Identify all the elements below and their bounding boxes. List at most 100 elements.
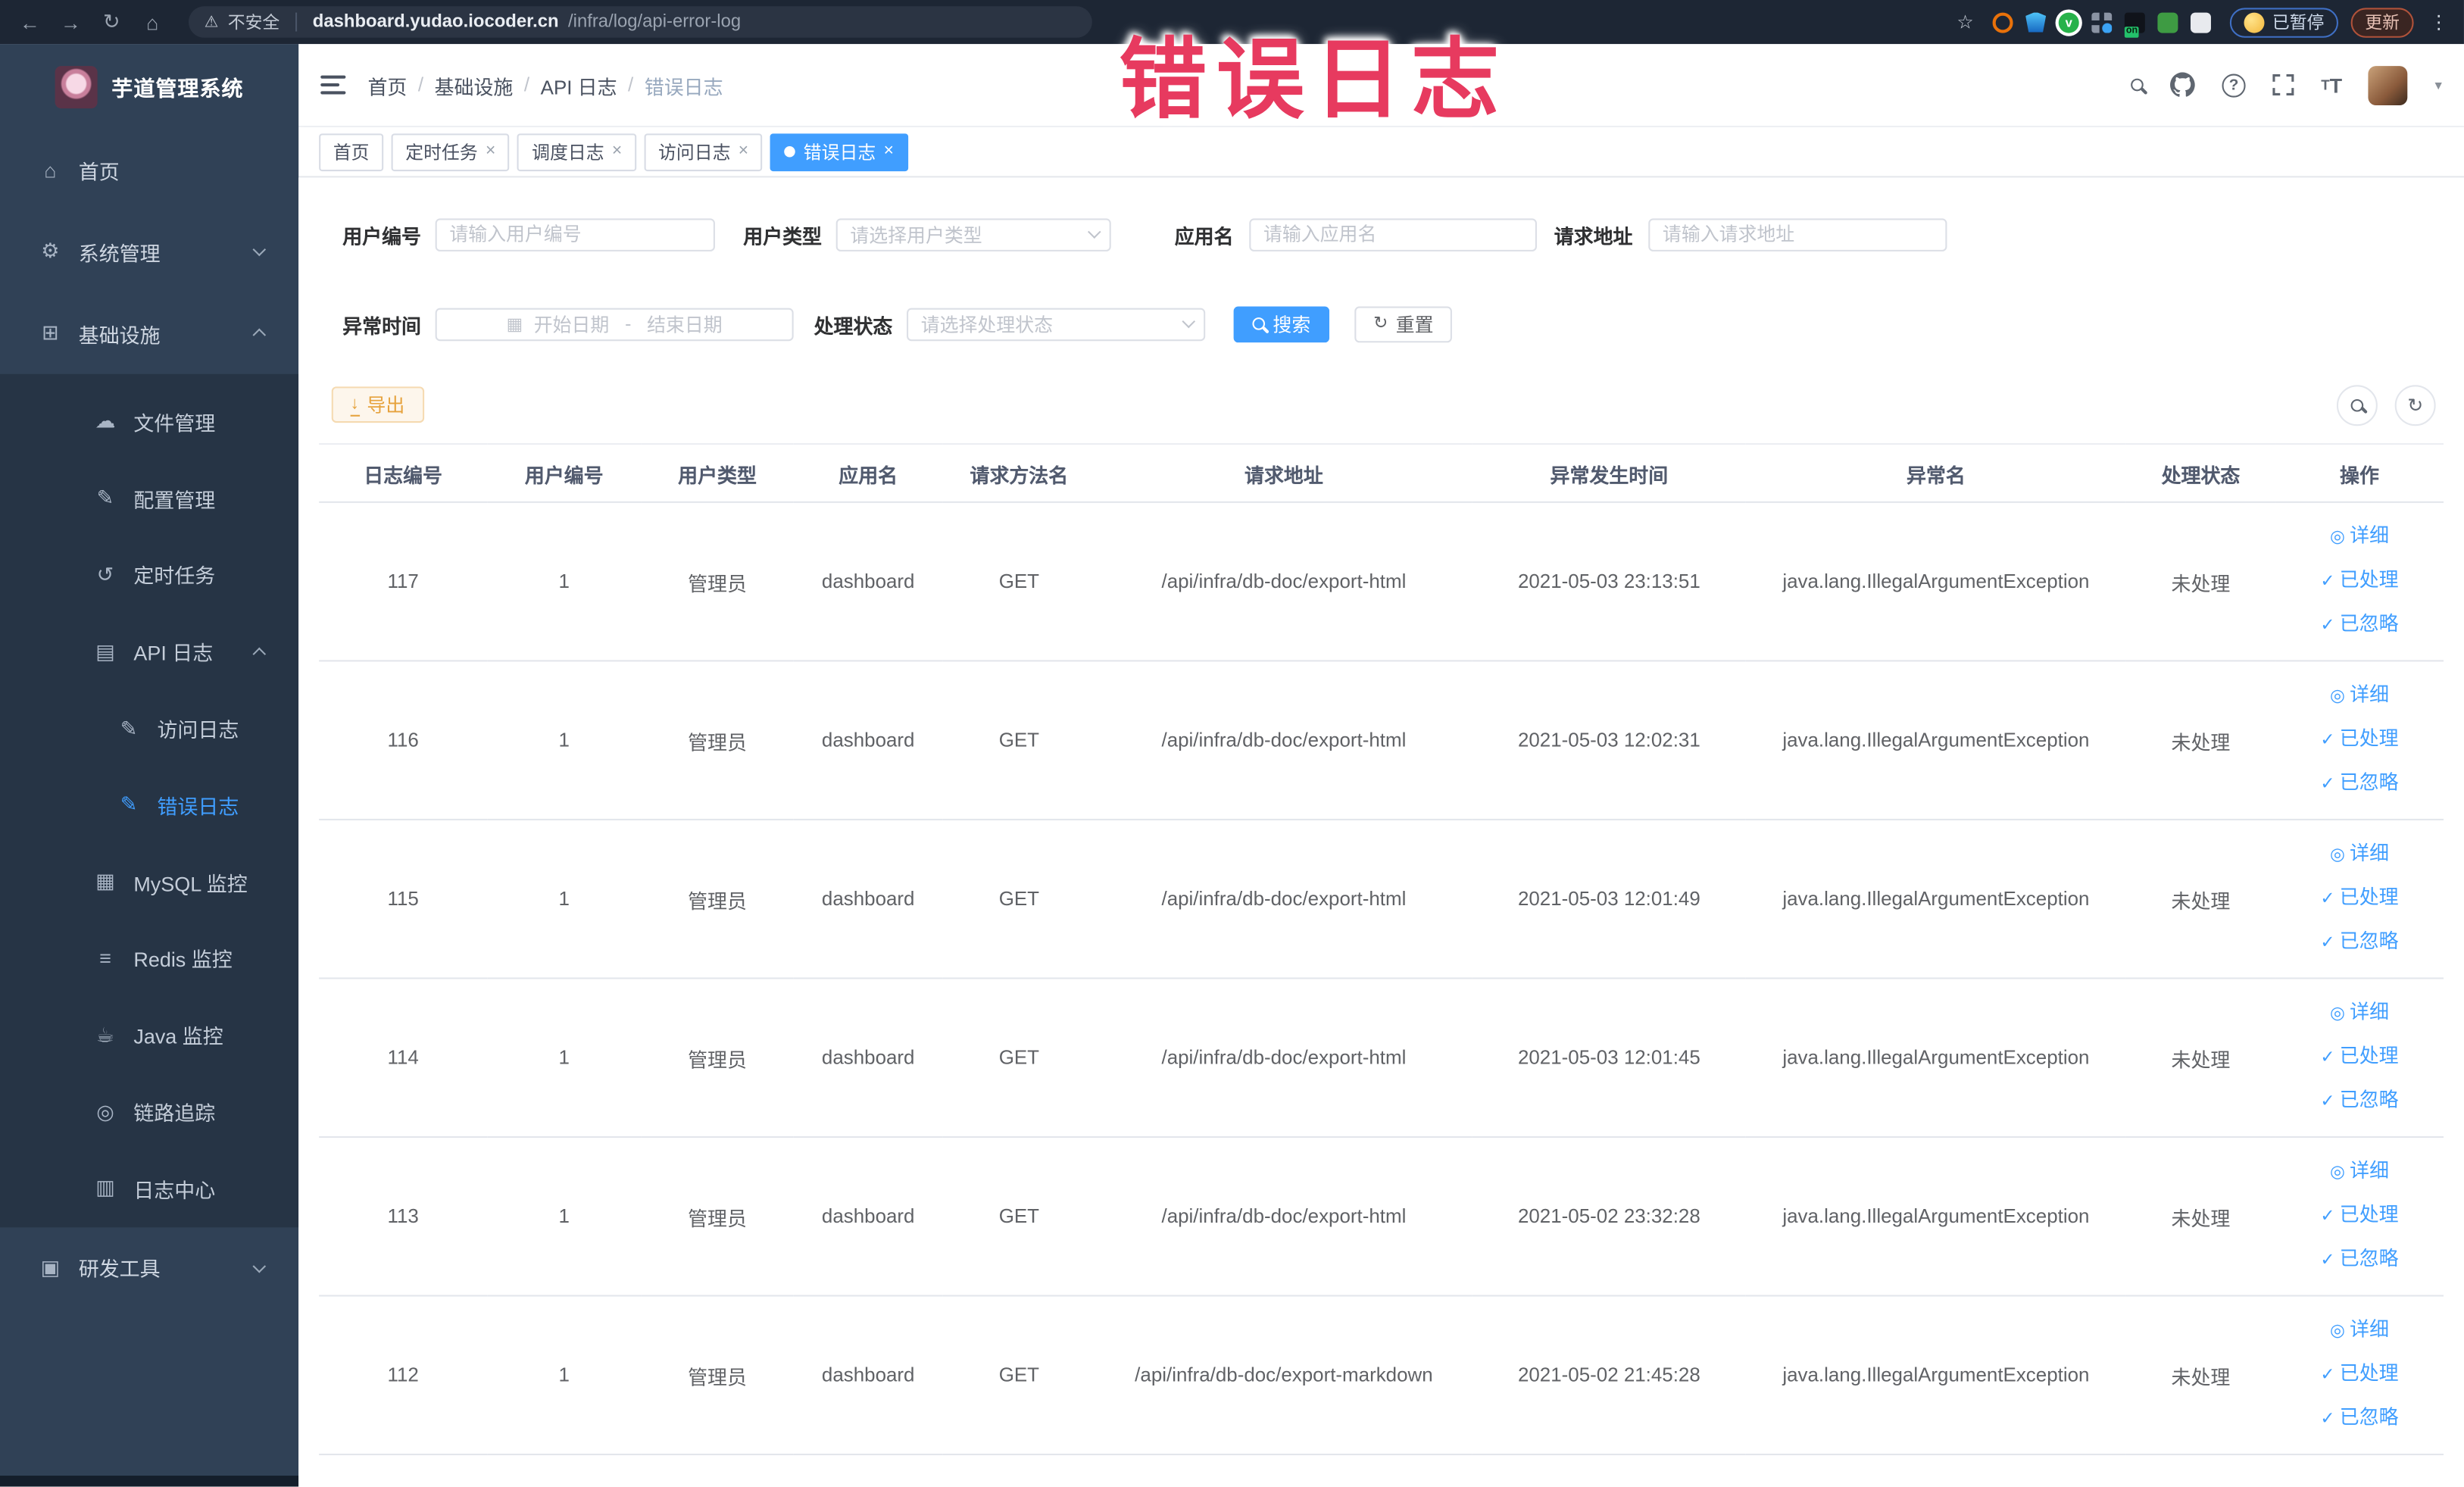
table-row: 115 1 管理员 dashboard GET /api/infra/db-do… [319, 819, 2444, 979]
browser-menu-icon[interactable]: ⋮ [2429, 11, 2448, 33]
mark-ignored-link[interactable]: ✓ 已忽略 [2275, 604, 2444, 648]
search-button[interactable]: 搜索 [1233, 305, 1330, 342]
address-bar[interactable]: ⚠ 不安全 dashboard.yudao.iocoder.cn/infra/l… [188, 6, 1092, 38]
tab-schedule-log[interactable]: 调度日志 × [517, 133, 636, 171]
user-avatar[interactable] [2369, 65, 2409, 105]
mark-ignored-link[interactable]: ✓ 已忽略 [2275, 1397, 2444, 1441]
close-icon[interactable]: × [884, 142, 894, 161]
mark-processed-link[interactable]: ✓ 已处理 [2275, 718, 2444, 762]
sidebar-item-system-management[interactable]: ⚙ 系统管理 [0, 211, 298, 292]
tab-error-log[interactable]: 错误日志 × [770, 133, 908, 171]
fullscreen-icon[interactable] [2272, 74, 2294, 96]
sidebar-item-infrastructure[interactable]: ⊞ 基础设施 [0, 292, 298, 374]
close-icon[interactable]: × [739, 142, 748, 161]
help-icon[interactable]: ? [2222, 73, 2246, 97]
browser-update-badge[interactable]: 更新 [2350, 7, 2414, 37]
close-icon[interactable]: × [486, 142, 495, 161]
process-status-select[interactable]: 请选择处理状态 [907, 307, 1206, 341]
tab-scheduled-tasks[interactable]: 定时任务 × [391, 133, 511, 171]
sidebar-toggle-icon[interactable] [320, 75, 346, 95]
user-id-input[interactable] [435, 217, 715, 251]
reload-icon[interactable]: ↻ [98, 9, 126, 34]
cell-url: /api/infra/db-doc/export-html [1095, 661, 1472, 820]
cell-method: GET [942, 978, 1095, 1139]
cell-time: 2021-05-03 23:13:51 [1472, 501, 1746, 662]
action-label: 已忽略 [2339, 771, 2399, 794]
action-label: 已处理 [2339, 727, 2399, 750]
avatar-caret-icon[interactable]: ▾ [2435, 77, 2442, 94]
extension-icon[interactable] [2091, 11, 2113, 33]
mark-processed-link[interactable]: ✓ 已处理 [2275, 1353, 2444, 1397]
profile-paused-badge[interactable]: 已暂停 [2229, 7, 2339, 37]
tab-home[interactable]: 首页 [319, 133, 384, 171]
breadcrumb-item[interactable]: 基础设施 [435, 70, 514, 99]
extension-icon[interactable]: v [2058, 11, 2079, 33]
sidebar-item-dev-tools[interactable]: ▣ 研发工具 [0, 1227, 298, 1309]
reset-button[interactable]: ↻ 重置 [1354, 305, 1453, 342]
document-icon: ▤ [95, 639, 115, 664]
search-icon[interactable] [2131, 78, 2144, 92]
chevron-down-icon [252, 1259, 267, 1273]
not-secure-label[interactable]: 不安全 [228, 9, 280, 34]
breadcrumb-item[interactable]: 首页 [367, 70, 407, 99]
detail-link[interactable]: ◎ 详细 [2275, 515, 2444, 559]
mark-processed-link[interactable]: ✓ 已处理 [2275, 1195, 2444, 1239]
refresh-table-button[interactable]: ↻ [2394, 384, 2436, 426]
github-icon[interactable] [2170, 72, 2195, 97]
extension-icon[interactable] [1992, 11, 2013, 33]
sidebar-item-log-center[interactable]: ▥ 日志中心 [0, 1151, 298, 1227]
detail-link[interactable]: ◎ 详细 [2275, 992, 2444, 1036]
breadcrumb-item[interactable]: API 日志 [541, 70, 617, 99]
sidebar-item-java-monitor[interactable]: ☕ Java 监控 [0, 997, 298, 1073]
forward-icon[interactable]: → [57, 10, 85, 33]
sidebar-item-redis-monitor[interactable]: ≡ Redis 监控 [0, 920, 298, 997]
sidebar-item-home[interactable]: ⌂ 首页 [0, 129, 298, 211]
sidebar-item-file-management[interactable]: ☁ 文件管理 [0, 383, 298, 460]
detail-link[interactable]: ◎ 详细 [2275, 1151, 2444, 1195]
detail-link[interactable]: ◎ 详细 [2275, 833, 2444, 877]
eye-icon: ◎ [2329, 845, 2345, 865]
back-icon[interactable]: ← [16, 10, 44, 33]
log-icon: ✎ [120, 792, 138, 817]
mark-processed-link[interactable]: ✓ 已处理 [2275, 877, 2444, 921]
eye-icon: ◎ [2329, 1004, 2345, 1023]
tab-access-log[interactable]: 访问日志 × [644, 133, 763, 171]
toggle-search-button[interactable] [2336, 384, 2378, 426]
mark-processed-link[interactable]: ✓ 已处理 [2275, 560, 2444, 604]
app-logo[interactable]: 芋道管理系统 [0, 44, 298, 129]
mark-ignored-link[interactable]: ✓ 已忽略 [2275, 1079, 2444, 1123]
extension-icon[interactable] [2157, 11, 2178, 33]
sidebar-item-mysql-monitor[interactable]: ▦ MySQL 监控 [0, 844, 298, 920]
app-name-input[interactable] [1249, 217, 1537, 251]
sidebar-item-error-log[interactable]: ✎ 错误日志 [0, 767, 298, 843]
action-label: 已忽略 [2339, 1406, 2399, 1429]
mark-ignored-link[interactable]: ✓ 已忽略 [2275, 1239, 2444, 1282]
detail-link[interactable]: ◎ 详细 [2275, 674, 2444, 718]
sidebar-item-api-log[interactable]: ▤ API 日志 [0, 614, 298, 690]
breadcrumb: 首页 / 基础设施 / API 日志 / 错误日志 [367, 70, 723, 99]
mark-processed-link[interactable]: ✓ 已处理 [2275, 1036, 2444, 1079]
sidebar-item-label: 首页 [78, 159, 120, 183]
user-type-select[interactable]: 请选择用户类型 [835, 217, 1111, 251]
date-range-picker[interactable]: ▦ 开始日期 - 结束日期 [435, 307, 794, 341]
sidebar-item-config-management[interactable]: ✎ 配置管理 [0, 460, 298, 536]
chart-icon: ▦ [95, 869, 115, 893]
page-content: 用户编号 用户类型 请选择用户类型 应用名 请求地址 异常时间 [298, 177, 2464, 1487]
mark-ignored-link[interactable]: ✓ 已忽略 [2275, 762, 2444, 806]
sidebar-item-access-log[interactable]: ✎ 访问日志 [0, 690, 298, 767]
browser-home-icon[interactable]: ⌂ [139, 10, 167, 33]
sidebar-item-scheduled-tasks[interactable]: ↺ 定时任务 [0, 537, 298, 614]
extensions-puzzle-icon[interactable] [2190, 11, 2211, 33]
close-icon[interactable]: × [612, 142, 622, 161]
detail-link[interactable]: ◎ 详细 [2275, 1309, 2444, 1353]
sidebar-item-trace[interactable]: ◎ 链路追踪 [0, 1073, 298, 1150]
request-url-input[interactable] [1648, 217, 1947, 251]
refresh-icon: ↻ [2407, 393, 2424, 416]
export-button[interactable]: ↓ 导出 [331, 386, 424, 423]
mark-ignored-link[interactable]: ✓ 已忽略 [2275, 921, 2444, 965]
cell-method: GET [942, 1295, 1095, 1456]
bookmark-star-icon[interactable]: ☆ [1957, 11, 1973, 33]
font-size-icon[interactable]: TT [2321, 73, 2342, 96]
extension-icon[interactable] [2124, 11, 2145, 37]
extension-icon[interactable] [2025, 11, 2047, 33]
